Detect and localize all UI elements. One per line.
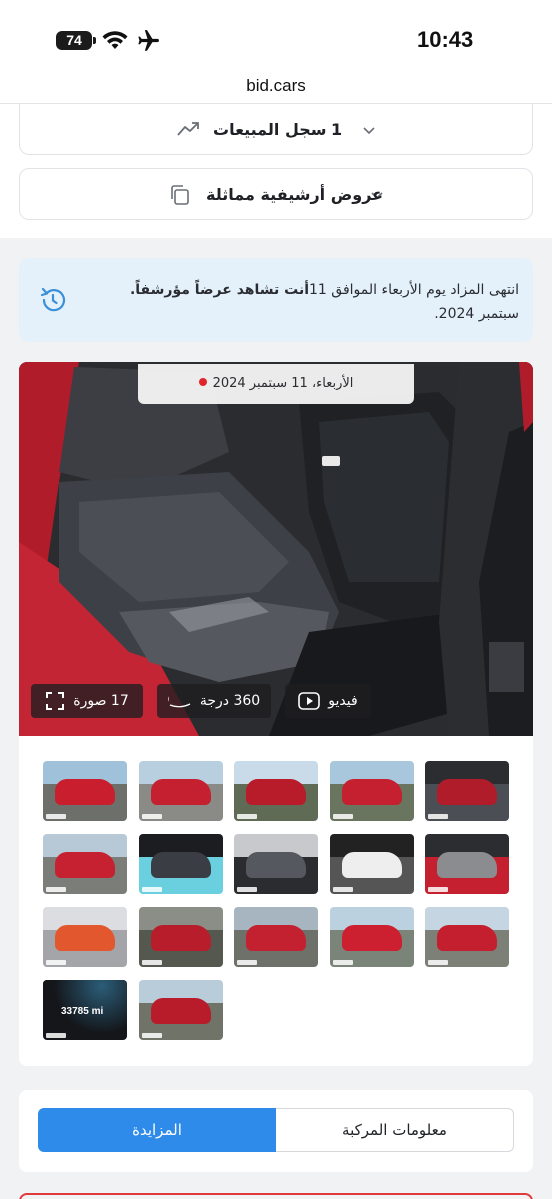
watermark-logo bbox=[46, 814, 66, 819]
watermark-logo bbox=[428, 887, 448, 892]
watermark-logo bbox=[141, 1033, 162, 1038]
photos-count-label: 17 صورة bbox=[73, 693, 129, 709]
thumbnail-subject bbox=[341, 925, 402, 951]
thumbnail-odometer[interactable]: 33785 mi bbox=[43, 980, 127, 1040]
notice-suffix: سبتمبر 2024. bbox=[434, 306, 519, 322]
thumbnail-subject bbox=[150, 852, 211, 878]
wifi-icon bbox=[102, 31, 128, 49]
watermark-logo bbox=[46, 960, 66, 965]
tab-vehicle-info[interactable]: معلومات المركبة bbox=[276, 1108, 514, 1152]
watermark-logo bbox=[46, 887, 66, 892]
thumbnail-subject bbox=[55, 925, 115, 951]
watermark-logo bbox=[141, 887, 162, 892]
archive-notice-text: انتهى المزاد يوم الأربعاء الموافق 11أنت … bbox=[85, 278, 519, 326]
thumbnail-label-sticker[interactable] bbox=[329, 834, 414, 894]
chevron-down-icon bbox=[363, 127, 375, 135]
thumbnail-red-car-front[interactable] bbox=[43, 761, 127, 821]
trend-chart-icon bbox=[177, 122, 199, 136]
watermark-logo bbox=[237, 887, 257, 892]
thumbnail-side-rear[interactable] bbox=[425, 907, 509, 967]
photo-gallery: الأربعاء، 11 سبتمبر 2024 17 صورة 360 درج… bbox=[19, 362, 533, 1066]
thumbnail-subject bbox=[150, 998, 211, 1024]
thumbnail-front-bumper-damage[interactable] bbox=[234, 907, 318, 967]
watermark-logo bbox=[46, 1033, 66, 1038]
thumbnail-red-car-damaged-front[interactable] bbox=[138, 761, 223, 821]
thumbnail-interior-rear-seat[interactable] bbox=[425, 761, 509, 821]
similar-archived-accordion[interactable]: عروض أرشيفية مماثلة bbox=[19, 168, 533, 220]
watermark-logo bbox=[428, 814, 448, 819]
watermark-logo bbox=[332, 887, 353, 892]
thumbnail-subject bbox=[150, 779, 211, 805]
thumbnail-subject bbox=[246, 925, 306, 951]
live-dot-icon bbox=[198, 378, 207, 386]
car-interior-photo bbox=[19, 362, 533, 736]
thumbnail-side-profile[interactable] bbox=[329, 907, 414, 967]
battery-indicator: 74 bbox=[56, 31, 96, 50]
watermark-logo bbox=[237, 960, 257, 965]
watermark-logo bbox=[332, 814, 353, 819]
details-tabs: المزايدة معلومات المركبة bbox=[19, 1090, 533, 1172]
play-icon bbox=[298, 692, 321, 710]
history-icon bbox=[40, 287, 66, 312]
thumbnail-rear-view[interactable] bbox=[138, 980, 223, 1040]
thumbnail-bumper-parts[interactable] bbox=[138, 907, 223, 967]
odometer-reading: 33785 mi bbox=[61, 1006, 104, 1017]
sales-history-accordion[interactable]: 1 سجل المبيعات bbox=[19, 104, 533, 155]
video-label: فيديو bbox=[328, 693, 358, 709]
thumbnail-red-car-side[interactable] bbox=[329, 761, 414, 821]
thumbnail-engine-bay[interactable] bbox=[425, 834, 509, 894]
thumbnail-subject bbox=[150, 925, 211, 951]
svg-text:360: 360 bbox=[168, 695, 170, 704]
thumbnail-subject bbox=[437, 852, 497, 878]
thumbnail-subject bbox=[437, 925, 497, 951]
thumbnail-subject bbox=[341, 852, 402, 878]
notice-prefix: انتهى المزاد يوم الأربعاء الموافق 11 bbox=[309, 282, 519, 298]
view-360-button[interactable]: 360 درجة 360 bbox=[157, 684, 271, 718]
auction-date-label: الأربعاء، 11 سبتمبر 2024 bbox=[138, 364, 414, 404]
sales-history-title: سجل المبيعات bbox=[213, 119, 327, 139]
copy-icon bbox=[171, 185, 189, 205]
main-photo[interactable]: الأربعاء، 11 سبتمبر 2024 17 صورة 360 درج… bbox=[19, 362, 533, 736]
auction-date-text: الأربعاء، 11 سبتمبر 2024 bbox=[212, 376, 354, 391]
thumbnail-red-car-rear[interactable] bbox=[234, 761, 318, 821]
fullscreen-icon bbox=[46, 692, 65, 710]
status-bar: 74 10:43 bbox=[0, 0, 552, 80]
thumbnail-subject bbox=[246, 779, 306, 805]
address-bar[interactable]: bid.cars bbox=[0, 72, 552, 104]
thumbnail-dashboard[interactable] bbox=[138, 834, 223, 894]
thumbnail-subject bbox=[437, 779, 497, 805]
watermark-logo bbox=[428, 960, 448, 965]
watermark-logo bbox=[237, 814, 257, 819]
thumbnail-front-crash[interactable] bbox=[43, 834, 127, 894]
thumbnail-subject bbox=[341, 779, 402, 805]
thumbnail-subject bbox=[55, 779, 115, 805]
thumbnail-subject bbox=[55, 852, 115, 878]
sales-history-count: 1 bbox=[331, 119, 343, 139]
thumbnail-key-fob[interactable] bbox=[43, 907, 127, 967]
watermark-logo bbox=[141, 814, 162, 819]
clock: 10:43 bbox=[417, 27, 474, 52]
watermark-logo bbox=[332, 960, 353, 965]
notice-bold: أنت تشاهد عرضاً مؤرشفاً. bbox=[129, 282, 310, 298]
view-360-label: 360 درجة bbox=[199, 693, 261, 709]
thumbnail-rear-seat[interactable] bbox=[234, 834, 318, 894]
archive-notice: انتهى المزاد يوم الأربعاء الموافق 11أنت … bbox=[19, 258, 533, 342]
next-card-edge bbox=[19, 1193, 533, 1199]
airplane-mode-icon bbox=[138, 30, 159, 51]
rotate-360-icon: 360 bbox=[168, 695, 191, 708]
photos-count-button[interactable]: 17 صورة bbox=[31, 684, 143, 718]
similar-archived-title: عروض أرشيفية مماثلة bbox=[206, 184, 384, 204]
watermark-logo bbox=[141, 960, 162, 965]
thumbnail-subject bbox=[246, 852, 306, 878]
history-section: 1 سجل المبيعات عروض أرشيفية مماثلة bbox=[0, 104, 552, 238]
video-button[interactable]: فيديو bbox=[285, 684, 371, 718]
tab-auction[interactable]: المزايدة bbox=[38, 1108, 276, 1152]
